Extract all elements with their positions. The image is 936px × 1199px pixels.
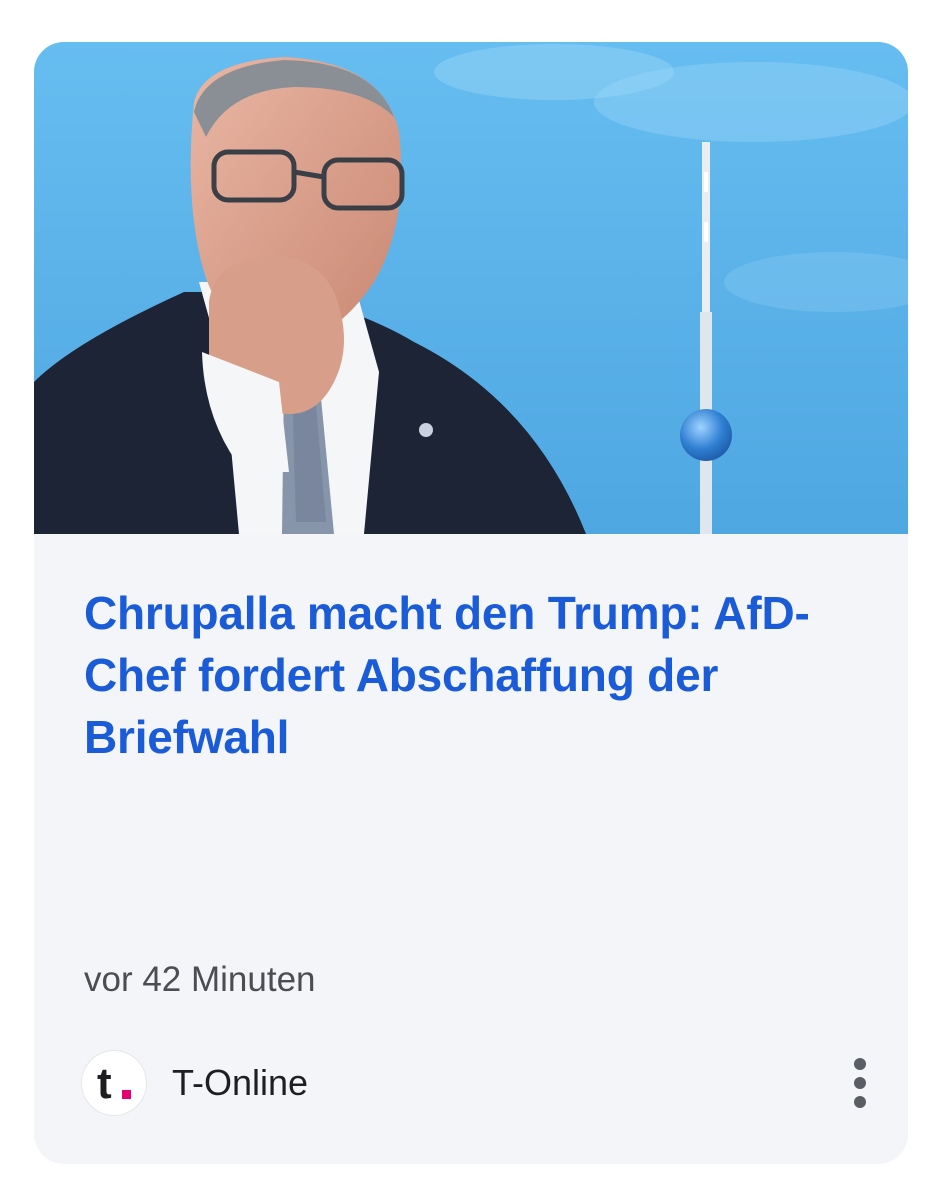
article-timestamp: vor 42 Minuten: [84, 960, 316, 999]
article-image[interactable]: [34, 42, 908, 534]
publisher-logo: t: [82, 1051, 146, 1115]
t-online-logo-icon: t: [97, 1059, 131, 1108]
more-vertical-icon: [854, 1058, 866, 1108]
svg-text:t: t: [97, 1059, 112, 1108]
source-row: t T-Online: [82, 1050, 882, 1116]
publisher-name: T-Online: [172, 1062, 309, 1103]
article-headline[interactable]: Chrupalla macht den Trump: AfD-Chef ford…: [84, 582, 854, 768]
news-card[interactable]: Chrupalla macht den Trump: AfD-Chef ford…: [34, 42, 908, 1164]
more-options-button[interactable]: [838, 1050, 882, 1116]
